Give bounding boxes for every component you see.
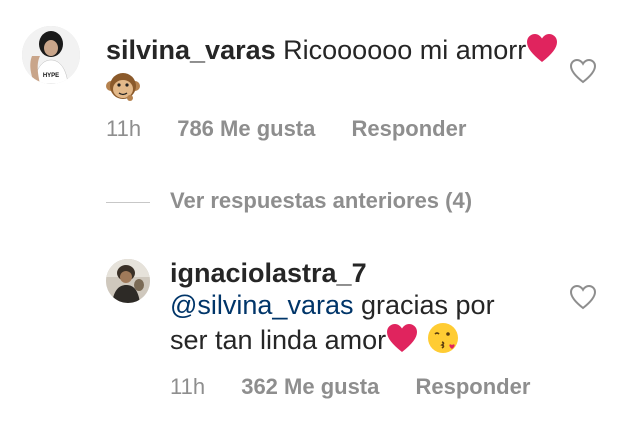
comment-username[interactable]: silvina_varas [106, 35, 276, 65]
reply-button[interactable]: Responder [352, 116, 467, 142]
comment-likes[interactable]: 786 Me gusta [177, 116, 315, 142]
monkey-emoji [106, 70, 140, 111]
mention-link[interactable]: @silvina_varas [170, 290, 353, 320]
reply-text: ignaciolastra_7 @silvina_varas gracias p… [170, 257, 550, 362]
replies-divider [106, 202, 150, 203]
comment-time: 11h [106, 116, 142, 141]
reply-body-line1: gracias por [361, 290, 495, 320]
comment-meta: 11h 786 Me gusta Responder [106, 116, 466, 142]
heart-outline-icon[interactable] [569, 58, 597, 84]
kissing-face-emoji [426, 321, 460, 362]
red-heart-emoji [386, 323, 418, 360]
comment-text: silvina_varas Ricoooooo mi amorr [106, 33, 566, 111]
avatar-photo: HYPE [22, 26, 80, 84]
reply-body-line2: ser tan linda amor [170, 325, 387, 355]
comment-body: Ricoooooo mi amorr [283, 35, 527, 65]
red-heart-emoji [526, 33, 558, 70]
reply-meta: 11h 362 Me gusta Responder [170, 374, 530, 400]
reply-username[interactable]: ignaciolastra_7 [170, 258, 367, 288]
reply-time: 11h [170, 374, 206, 399]
reply-button[interactable]: Responder [416, 374, 531, 400]
reply-likes[interactable]: 362 Me gusta [241, 374, 379, 400]
view-previous-replies[interactable]: Ver respuestas anteriores (4) [170, 188, 472, 214]
heart-outline-icon[interactable] [569, 284, 597, 310]
avatar[interactable] [106, 259, 150, 303]
avatar-photo [106, 259, 150, 303]
avatar[interactable]: HYPE [22, 26, 80, 84]
svg-text:HYPE: HYPE [43, 73, 59, 79]
